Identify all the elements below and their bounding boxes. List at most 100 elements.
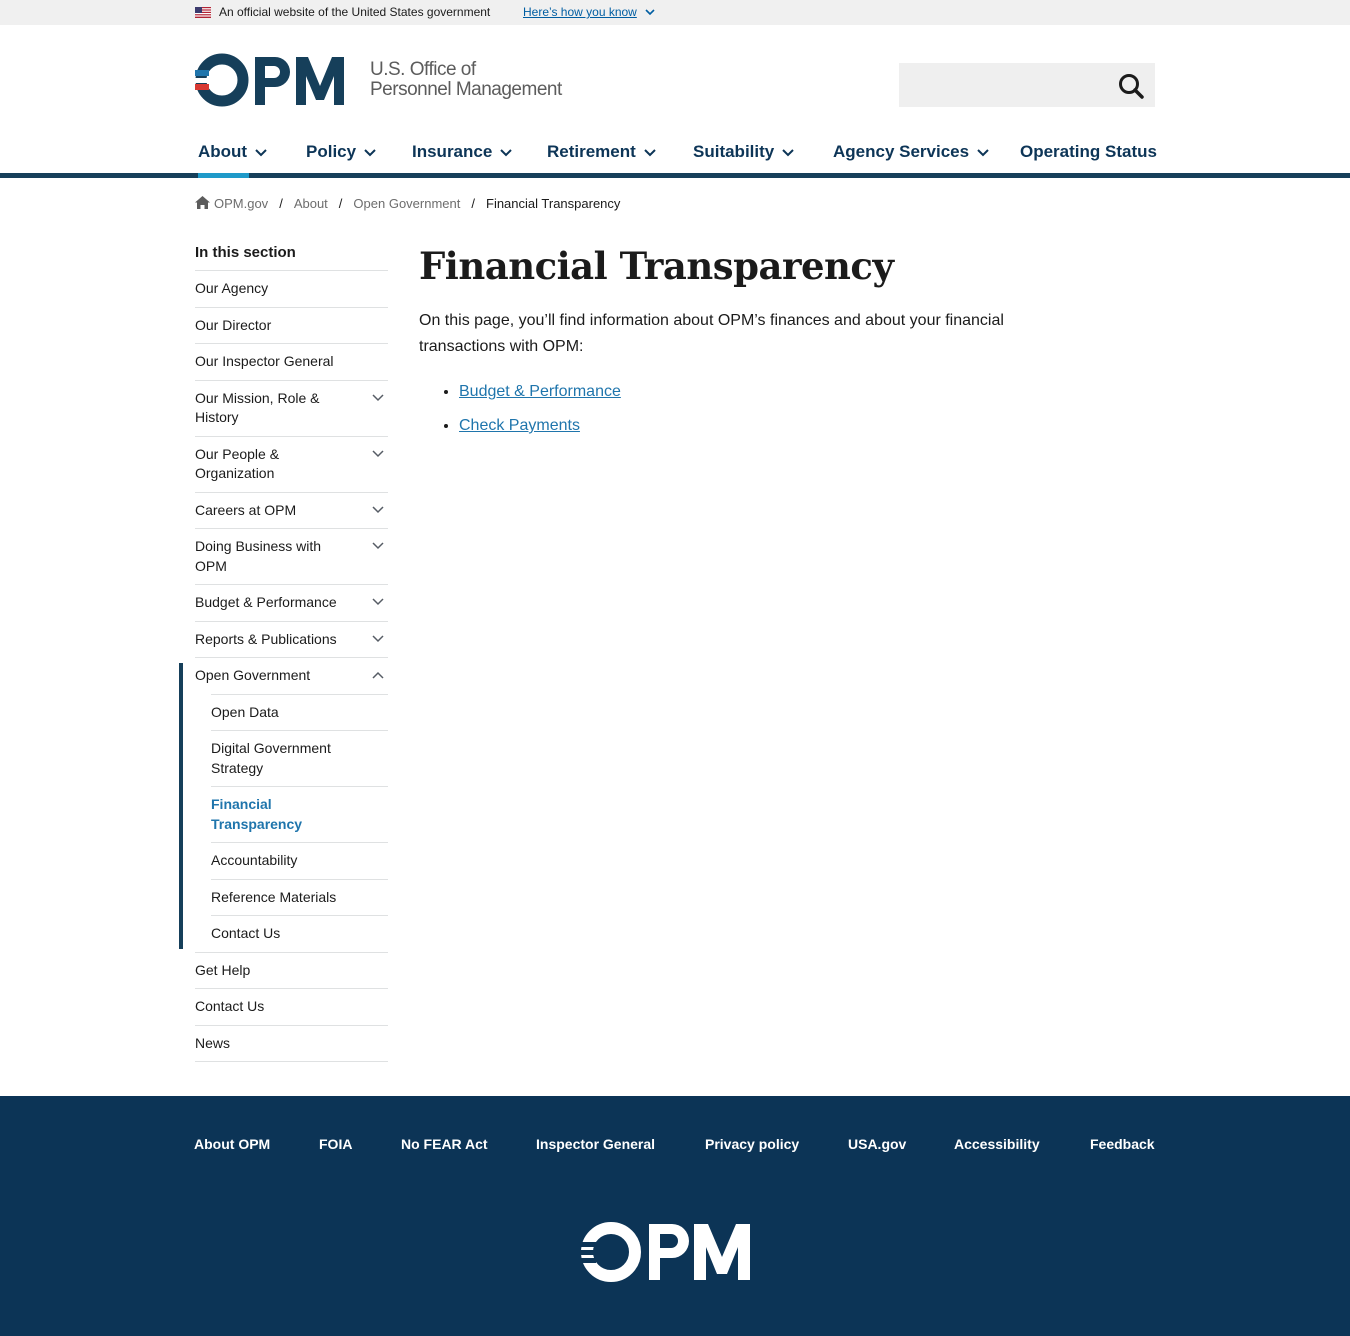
- sidenav-item-label: Financial Transparency: [211, 796, 303, 832]
- sidenav-item-reports-publications[interactable]: Reports & Publications: [195, 620, 388, 658]
- opm-logo[interactable]: U.S. Office of Personnel Management: [195, 53, 565, 108]
- intro-paragraph: On this page, you’ll find information ab…: [419, 312, 1004, 355]
- footer-link-feedback[interactable]: Feedback: [1090, 1136, 1155, 1152]
- sidenav-subitem-open-data[interactable]: Open Data: [211, 693, 388, 731]
- sidenav-item-label: Our Mission, Role & History: [195, 389, 320, 426]
- chevron-down-icon: [364, 148, 376, 156]
- sidenav-item-label: Reports & Publications: [195, 630, 337, 647]
- nav-about[interactable]: About: [198, 142, 267, 162]
- breadcrumb: OPM.gov / About / Open Government / Financial …: [195, 196, 620, 211]
- opm-logo-mark: [195, 53, 344, 107]
- chevron-up-icon[interactable]: [372, 671, 384, 679]
- content-link-list: Budget & Performance Check Payments: [459, 380, 621, 448]
- chevron-down-icon[interactable]: [372, 505, 384, 514]
- breadcrumb-about-link[interactable]: About: [294, 196, 328, 211]
- logo-subtitle-line1: U.S. Office of: [370, 59, 476, 80]
- nav-agency-services-label: Agency Services: [833, 142, 970, 161]
- breadcrumb-open-government-link[interactable]: Open Government: [353, 196, 460, 211]
- nav-policy-label: Policy: [306, 142, 357, 161]
- sidenav-active-accent: [179, 663, 183, 949]
- sidenav-item-label: Digital Government Strategy: [211, 740, 331, 776]
- sidenav-title: In this section: [195, 244, 296, 261]
- nav-active-indicator: [198, 173, 249, 178]
- nav-about-label: About: [198, 142, 248, 161]
- chevron-down-icon: [500, 148, 513, 156]
- sidenav-item-people-organization[interactable]: Our People & Organization: [195, 435, 388, 492]
- footer-opm-logo[interactable]: [580, 1221, 764, 1283]
- chevron-down-icon: [255, 148, 267, 156]
- sidenav-item-open-government[interactable]: Open Government: [195, 657, 388, 694]
- nav-insurance-label: Insurance: [412, 142, 493, 161]
- nav-policy[interactable]: Policy: [306, 142, 376, 162]
- nav-operating-status[interactable]: Operating Status: [1020, 142, 1157, 162]
- breadcrumb-separator: /: [338, 196, 343, 211]
- sidenav-item-label: Accountability: [211, 852, 298, 868]
- list-item: Budget & Performance: [459, 380, 621, 414]
- sidenav-item-doing-business[interactable]: Doing Business with OPM: [195, 528, 388, 584]
- nav-retirement-label: Retirement: [547, 142, 636, 161]
- footer-link-about-opm[interactable]: About OPM: [194, 1136, 270, 1152]
- footer-link-inspector-general[interactable]: Inspector General: [536, 1136, 655, 1152]
- sidenav-item-label: Our Director: [195, 316, 272, 333]
- footer-link-no-fear-act[interactable]: No FEAR Act: [401, 1136, 488, 1152]
- footer-link-foia[interactable]: FOIA: [319, 1136, 352, 1152]
- search-icon[interactable]: [1116, 71, 1146, 101]
- check-payments-link[interactable]: Check Payments: [459, 417, 580, 434]
- sidenav-item-inspector-general[interactable]: Our Inspector General: [195, 343, 388, 380]
- nav-suitability[interactable]: Suitability: [693, 142, 794, 162]
- breadcrumb-separator: /: [279, 196, 283, 211]
- sidenav-item-mission-role-history[interactable]: Our Mission, Role & History: [195, 379, 388, 436]
- chevron-down-icon[interactable]: [372, 449, 384, 458]
- main-navigation: About Policy Insurance Retirement Suitab…: [0, 130, 1350, 178]
- sidenav-item-get-help[interactable]: Get Help: [195, 951, 388, 989]
- breadcrumb-current: Financial Transparency: [486, 196, 621, 211]
- sidenav-item-careers[interactable]: Careers at OPM: [195, 491, 388, 529]
- footer-link-accessibility[interactable]: Accessibility: [954, 1136, 1040, 1152]
- site-footer: About OPM FOIA No FEAR Act Inspector Gen…: [0, 1096, 1350, 1336]
- chevron-down-icon[interactable]: [372, 393, 384, 402]
- chevron-down-icon[interactable]: [372, 598, 384, 606]
- sidenav-subitem-accountability[interactable]: Accountability: [211, 842, 388, 879]
- chevron-down-icon[interactable]: [372, 634, 384, 643]
- sidenav-item-contact-us[interactable]: Contact Us: [195, 988, 388, 1025]
- sidenav-subitem-digital-government[interactable]: Digital Government Strategy: [211, 730, 388, 786]
- sidenav-subitem-financial-transparency[interactable]: Financial Transparency: [211, 786, 388, 842]
- home-icon: [195, 196, 210, 209]
- official-website-text: An official website of the United States…: [219, 5, 491, 19]
- sidenav-item-label: Contact Us: [211, 925, 281, 941]
- chevron-down-icon: [977, 148, 989, 156]
- search-input[interactable]: [899, 63, 1109, 107]
- sidenav-subsection-open-government: Open Data Digital Government Strategy Fi…: [195, 693, 388, 952]
- footer-link-usa-gov[interactable]: USA.gov: [848, 1136, 906, 1152]
- sidenav-subitem-reference-materials[interactable]: Reference Materials: [211, 878, 388, 916]
- sidenav-item-news[interactable]: News: [195, 1024, 388, 1062]
- how-you-know-link[interactable]: Here’s how you know: [523, 5, 637, 19]
- sidenav-item-label: Our Agency: [195, 280, 269, 296]
- sidenav-item-label: Reference Materials: [211, 888, 337, 905]
- breadcrumb-separator: /: [471, 196, 475, 211]
- logo-subtitle-line2: Personnel Management: [370, 79, 562, 100]
- sidenav-item-our-director[interactable]: Our Director: [195, 306, 388, 344]
- sidenav-item-label: Careers at OPM: [195, 501, 297, 518]
- budget-performance-link[interactable]: Budget & Performance: [459, 383, 621, 400]
- nav-retirement[interactable]: Retirement: [547, 142, 656, 162]
- chevron-down-icon[interactable]: [645, 6, 655, 18]
- nav-agency-services[interactable]: Agency Services: [833, 142, 989, 162]
- sidenav-item-label: Open Data: [211, 703, 279, 720]
- sidenav-item-label: News: [195, 1034, 231, 1051]
- sidenav-item-label: Open Government: [195, 667, 311, 683]
- page-title: Financial Transparency: [419, 244, 894, 288]
- sidenav-subitem-contact-us[interactable]: Contact Us: [211, 915, 388, 952]
- sidenav-item-budget-performance[interactable]: Budget & Performance: [195, 584, 388, 621]
- sidenav-item-label: Budget & Performance: [195, 594, 337, 610]
- nav-insurance[interactable]: Insurance: [412, 142, 513, 162]
- breadcrumb-home-link[interactable]: OPM.gov: [214, 196, 268, 211]
- sidenav-item-label: Get Help: [195, 961, 251, 978]
- chevron-down-icon: [782, 148, 794, 156]
- us-flag-icon: [195, 7, 211, 18]
- list-item: Check Payments: [459, 414, 621, 448]
- chevron-down-icon[interactable]: [372, 542, 384, 550]
- footer-link-privacy-policy[interactable]: Privacy policy: [705, 1136, 799, 1152]
- sidenav-item-label: Doing Business with OPM: [195, 538, 322, 574]
- sidenav-item-our-agency[interactable]: Our Agency: [195, 270, 388, 307]
